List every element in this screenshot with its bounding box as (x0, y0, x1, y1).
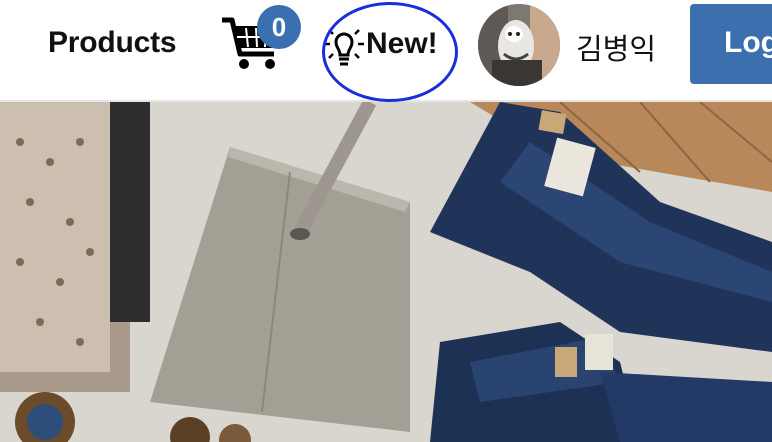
login-button[interactable]: Log (690, 4, 772, 84)
nav-products-link[interactable]: Products (48, 26, 177, 60)
user-name[interactable]: 김병익 (576, 26, 656, 68)
cart-button[interactable]: 0 (220, 5, 310, 78)
hero-image (0, 102, 772, 442)
highlight-circle (322, 2, 458, 102)
hero-photo (0, 102, 772, 442)
cart-count-badge: 0 (257, 5, 301, 49)
user-avatar[interactable] (478, 4, 560, 86)
avatar-image (478, 4, 560, 86)
top-navbar: Products 0 New! 김병익 Log (0, 0, 772, 102)
